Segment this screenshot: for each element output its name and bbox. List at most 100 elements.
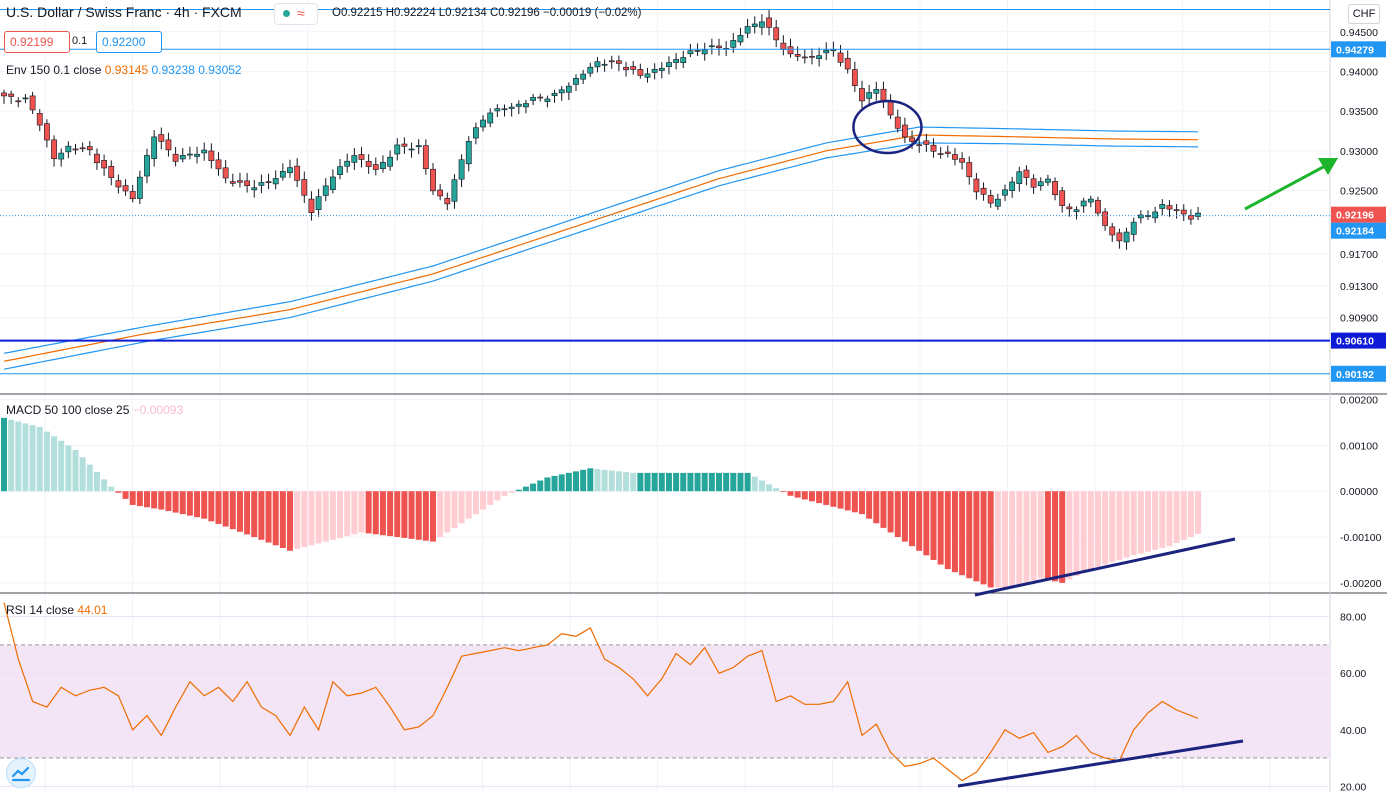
macd-bar [208,491,215,522]
macd-tick-label: -0.00100 [1340,532,1382,544]
candle [1188,215,1194,220]
candle [151,136,158,159]
candle [887,101,894,116]
candle [144,155,150,177]
macd-bar [544,477,551,492]
candle [1195,212,1201,217]
ask-price-box[interactable]: 0.92200 [96,31,162,53]
macd-bar [301,491,308,548]
price-tick-label: 0.92500 [1340,186,1378,198]
candle [1180,209,1187,215]
candle [1037,181,1044,187]
macd-bar [129,491,136,505]
macd-bar [708,472,715,492]
macd-bar [587,468,594,492]
candle [101,160,107,169]
price-tick-label: 0.91300 [1340,281,1378,293]
macd-bar [1073,491,1080,576]
candle [923,140,930,145]
rsi-legend[interactable]: RSI 14 close 44.01 [6,603,107,617]
macd-bar [866,491,873,519]
candle [959,158,965,163]
candle [530,97,536,101]
candle [551,92,558,96]
candle [730,40,737,48]
candle [658,67,665,71]
macd-bar [344,491,351,537]
macd-bar [508,491,515,493]
macd-bar [887,491,894,533]
candle [916,144,923,146]
macd-bar [758,480,765,492]
macd-bar [251,491,258,538]
macd-bar [1023,491,1030,583]
macd-bar [179,491,186,515]
tradingview-logo-icon[interactable] [6,758,36,788]
macd-bar [194,491,201,518]
candle [222,167,229,179]
candle [86,146,93,151]
candle [508,106,515,109]
candle [894,116,901,129]
macd-bar [122,491,129,499]
candle [701,49,708,55]
macd-bar [1080,491,1087,573]
candle [823,49,830,54]
macd-bar [372,491,379,535]
macd-bar [580,469,587,492]
macd-bar [379,491,386,536]
candle [794,54,801,57]
candle [329,176,336,191]
macd-bar [265,491,272,543]
macd-bar [773,488,780,492]
macd-bar [322,491,329,542]
candle [515,103,522,107]
macd-bar [472,491,479,515]
candle [1102,211,1108,226]
candle [615,60,622,64]
candle [365,161,372,167]
macd-bar [422,491,429,541]
candle [565,85,572,93]
macd-legend[interactable]: MACD 50 100 close 25 −0.00093 [6,403,183,417]
candle [623,66,629,71]
candle [573,78,579,85]
envelope-legend[interactable]: Env 150 0.1 close 0.93145 0.93238 0.9305… [6,63,242,77]
market-status[interactable]: ≈ [274,3,318,25]
macd-bar [608,470,615,492]
macd-bar [973,491,980,582]
macd-bar [401,491,408,538]
candle [258,182,265,186]
wave-icon: ≈ [297,5,305,21]
candle [1002,189,1008,196]
chart-canvas[interactable]: 0.94500 0.94000 0.93500 0.93000 0.92500 0.917… [0,0,1387,792]
candle [809,55,815,58]
macd-bar [1137,491,1144,554]
macd-bar [687,472,694,492]
macd-bar [1016,491,1023,586]
macd-bar [630,472,637,492]
currency-badge[interactable]: CHF [1348,4,1380,24]
candle [1116,232,1123,242]
macd-bar [959,491,966,576]
candle [272,178,279,185]
macd-bar [751,476,758,492]
macd-bar [1059,491,1066,583]
macd-bar [451,491,458,528]
macd-bar [408,491,415,539]
macd-bar [780,491,787,493]
candle [587,66,594,74]
candle [873,89,880,94]
symbol-title[interactable]: U.S. Dollar / Swiss Franc · 4h · FXCM [6,4,242,20]
candle [115,180,122,188]
bid-price-box[interactable]: 0.92199 [4,31,70,53]
envelope-label: Env 150 0.1 close [6,63,102,77]
macd-bar [980,491,987,585]
macd-bar [229,491,236,530]
macd-bar [930,491,937,560]
rsi-label: RSI 14 close [6,603,75,617]
macd-bar [93,471,100,492]
candle [523,103,529,108]
macd-tick-label: 0.00200 [1340,395,1378,407]
macd-bar [1102,491,1109,565]
